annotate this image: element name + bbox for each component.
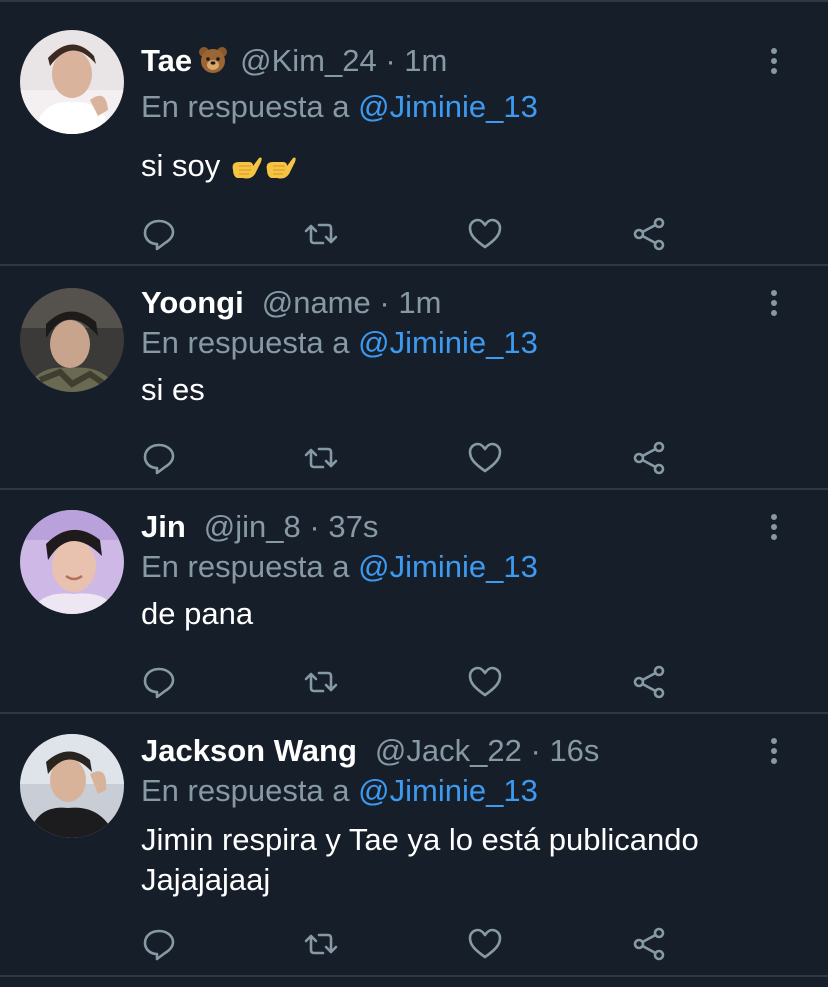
tweet-text: si es [141,372,205,407]
like-icon[interactable] [467,216,503,252]
reply-mention-link[interactable]: @Jiminie_13 [358,325,538,360]
reply-prefix: En respuesta a [141,549,350,584]
user-handle[interactable]: @Jack_22 [375,733,522,768]
tweet-jin[interactable]: Jin @jin_8 · 37s En respuesta a @Jiminie_… [0,490,828,714]
reply-prefix: En respuesta a [141,89,350,124]
tweet-text: de pana [141,596,254,631]
display-name[interactable]: Tae [141,43,192,78]
reply-prefix: En respuesta a [141,773,350,808]
tweet-jackson-wang[interactable]: Jackson Wang @Jack_22 · 16s En respuesta … [0,714,828,977]
user-handle[interactable]: @name [262,285,371,320]
like-icon[interactable] [467,926,503,962]
more-options-icon[interactable] [768,512,780,542]
separator-dot: · [309,509,320,544]
avatar[interactable] [20,288,124,392]
call-me-hand-icon [263,150,297,182]
tweet-text: Jimin respira y Tae ya lo está publicand… [141,820,788,900]
retweet-icon[interactable] [303,440,339,476]
retweet-icon[interactable] [303,216,339,252]
tweet-text-content: si soy [141,148,221,183]
reply-context: En respuesta a @Jiminie_13 [141,772,788,810]
retweet-icon[interactable] [303,664,339,700]
reply-icon[interactable] [141,216,177,252]
tweet-header: Tae @Kim_24 · 1m [141,42,788,80]
tweet-header: Jin @jin_8 · 37s [141,508,788,546]
share-icon[interactable] [631,440,667,476]
retweet-icon[interactable] [303,926,339,962]
timestamp[interactable]: 1m [404,43,447,78]
reply-icon[interactable] [141,440,177,476]
separator-dot: · [385,43,396,78]
timestamp[interactable]: 16s [549,733,599,768]
tweet-text-line: Jajajajaaj [141,862,271,897]
bear-face-icon [198,45,228,75]
like-icon[interactable] [467,440,503,476]
reply-mention-link[interactable]: @Jiminie_13 [358,773,538,808]
reply-context: En respuesta a @Jiminie_13 [141,548,788,586]
avatar[interactable] [20,510,124,614]
tweet-tae[interactable]: Tae @Kim_24 · 1m En respuesta a @Jiminie_… [0,2,828,266]
reply-mention-link[interactable]: @Jiminie_13 [358,549,538,584]
tweet-text-line: Jimin respira y Tae ya lo está publicand… [141,822,699,857]
more-options-icon[interactable] [768,46,780,76]
avatar[interactable] [20,30,124,134]
display-name[interactable]: Jin [141,509,186,544]
tweet-yoongi[interactable]: Yoongi @name · 1m En respuesta a @Jiminie… [0,266,828,490]
call-me-hand-icon [229,150,263,182]
reply-prefix: En respuesta a [141,325,350,360]
reply-context: En respuesta a @Jiminie_13 [141,88,788,126]
tweet-text: si soy [141,146,788,186]
more-options-icon[interactable] [768,736,780,766]
user-handle[interactable]: @Kim_24 [240,43,377,78]
reply-mention-link[interactable]: @Jiminie_13 [358,89,538,124]
reply-context: En respuesta a @Jiminie_13 [141,324,788,362]
user-handle[interactable]: @jin_8 [204,509,301,544]
tweet-actions [141,664,681,700]
timestamp[interactable]: 37s [328,509,378,544]
more-options-icon[interactable] [768,288,780,318]
separator-dot: · [379,285,390,320]
display-name[interactable]: Jackson Wang [141,733,357,768]
reply-icon[interactable] [141,926,177,962]
separator-dot: · [530,733,541,768]
like-icon[interactable] [467,664,503,700]
share-icon[interactable] [631,926,667,962]
share-icon[interactable] [631,216,667,252]
reply-icon[interactable] [141,664,177,700]
tweet-header: Jackson Wang @Jack_22 · 16s [141,732,788,770]
timestamp[interactable]: 1m [398,285,441,320]
tweet-actions [141,216,681,252]
display-name[interactable]: Yoongi [141,285,244,320]
tweet-header: Yoongi @name · 1m [141,284,788,322]
tweet-actions [141,926,681,962]
tweet-actions [141,440,681,476]
avatar[interactable] [20,734,124,838]
share-icon[interactable] [631,664,667,700]
